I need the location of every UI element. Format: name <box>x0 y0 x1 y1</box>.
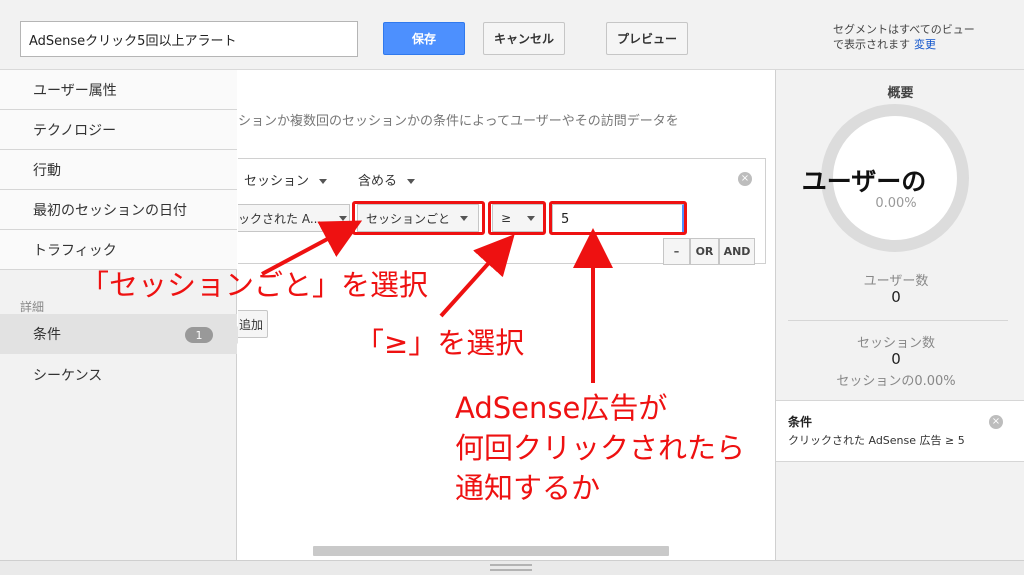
sidebar-item-label: 条件 <box>33 327 61 343</box>
or-button[interactable]: OR <box>690 238 719 265</box>
and-button[interactable]: AND <box>719 238 755 265</box>
segment-name-input[interactable] <box>20 21 358 57</box>
condition-summary-title: 条件 <box>788 415 813 429</box>
cancel-button[interactable]: キャンセル <box>483 22 565 55</box>
annotation-line-3: 通知するか <box>455 471 601 505</box>
change-link[interactable]: 変更 <box>914 38 936 51</box>
summary-title: 概要 <box>887 86 914 101</box>
preview-button[interactable]: プレビュー <box>606 22 688 55</box>
condition-value-input[interactable]: 5 <box>552 204 684 234</box>
sidebar-section-advanced: 詳細 <box>20 300 45 314</box>
filter-mode-dropdown[interactable]: 含める <box>358 170 416 189</box>
drag-handle-icon[interactable] <box>490 564 532 571</box>
per-scope-dropdown[interactable]: セッションごと <box>357 204 479 232</box>
sidebar-item-label: ユーザー属性 <box>33 82 117 99</box>
sidebar-item-label: トラフィック <box>33 242 117 259</box>
chevron-down-icon <box>319 179 328 184</box>
sidebar-item-label: テクノロジー <box>33 122 117 139</box>
sidebar-item-demographics[interactable]: ユーザー属性 <box>0 70 237 110</box>
annotation-click-threshold: AdSense広告が 何回クリックされたら 通知するか <box>455 388 745 508</box>
sidebar: ユーザー属性 テクノロジー 行動 最初のセッションの日付 トラフィック 詳細 条… <box>0 70 237 560</box>
add-filter-button[interactable]: 追加 <box>238 310 268 338</box>
chevron-down-icon <box>460 215 469 221</box>
per-scope-value: セッションごと <box>366 211 451 226</box>
sessions-percent: セッションの0.00% <box>836 374 956 389</box>
horizontal-scrollbar[interactable] <box>313 546 669 556</box>
sidebar-item-conditions[interactable]: 条件 1 <box>0 314 237 354</box>
note-line-1: セグメントはすべてのビュー <box>833 23 975 36</box>
annotation-per-session: 「セッションごと」を選択 <box>80 268 429 302</box>
remove-condition-button[interactable]: – <box>663 238 690 265</box>
annotation-line-2: 何回クリックされたら <box>455 431 746 465</box>
sessions-label: セッション数 <box>856 336 935 351</box>
save-button[interactable]: 保存 <box>383 22 465 55</box>
annotation-operator: 「≥」を選択 <box>355 326 525 360</box>
users-value: 0 <box>891 288 901 306</box>
segment-editor-header: 保存 キャンセル プレビュー セグメントはすべてのビュー で表示されます変更 <box>0 0 1024 70</box>
annotation-line-1: AdSense広告が <box>455 391 668 425</box>
sidebar-item-behavior[interactable]: 行動 <box>0 150 237 190</box>
sessions-value: 0 <box>891 350 901 368</box>
filter-scope-value: セッション <box>244 174 310 189</box>
filter-scope-dropdown[interactable]: セッション <box>244 170 328 189</box>
sidebar-item-label: 行動 <box>33 162 61 179</box>
sidebar-item-first-session-date[interactable]: 最初のセッションの日付 <box>0 190 237 230</box>
summary-panel: 概要 ユーザーの 0.00% ユーザー数 0 セッション数 0 セッションの0.… <box>775 70 1024 560</box>
chevron-down-icon <box>339 215 348 221</box>
chevron-down-icon <box>527 215 536 221</box>
note-line-2-text: で表示されます <box>833 38 910 51</box>
chevron-down-icon <box>407 179 416 184</box>
users-label: ユーザー数 <box>863 274 929 289</box>
sidebar-item-label: 最初のセッションの日付 <box>33 202 187 219</box>
operator-dropdown[interactable]: ≥ <box>492 204 544 232</box>
summary-divider <box>788 320 1008 321</box>
operator-value: ≥ <box>501 211 512 225</box>
ring-label: ユーザーの <box>801 167 927 196</box>
sidebar-item-technology[interactable]: テクノロジー <box>0 110 237 150</box>
filter-mode-value: 含める <box>358 174 398 189</box>
dimension-value: ックされた A... <box>238 211 322 226</box>
ring-percent: 0.00% <box>875 196 917 211</box>
segment-visibility-note: セグメントはすべてのビュー で表示されます 変更 <box>833 22 975 52</box>
sidebar-item-sequences[interactable]: シーケンス <box>0 355 237 395</box>
condition-summary-card: 条件 クリックされた AdSense 広告 ≥ 5 × <box>776 400 1024 462</box>
sidebar-item-label: シーケンス <box>33 368 103 384</box>
condition-summary-text: クリックされた AdSense 広告 ≥ 5 <box>788 434 965 447</box>
remove-filter-icon[interactable]: × <box>738 172 752 186</box>
note-line-2: で表示されます 変更 <box>833 37 975 52</box>
count-badge: 1 <box>185 327 213 343</box>
remove-condition-icon[interactable]: × <box>989 415 1003 429</box>
description-text: ションか複数回のセッションかの条件によってユーザーやその訪問データを <box>238 114 679 129</box>
resize-bar[interactable] <box>0 560 1024 575</box>
dimension-dropdown[interactable]: ックされた A... <box>238 204 350 232</box>
